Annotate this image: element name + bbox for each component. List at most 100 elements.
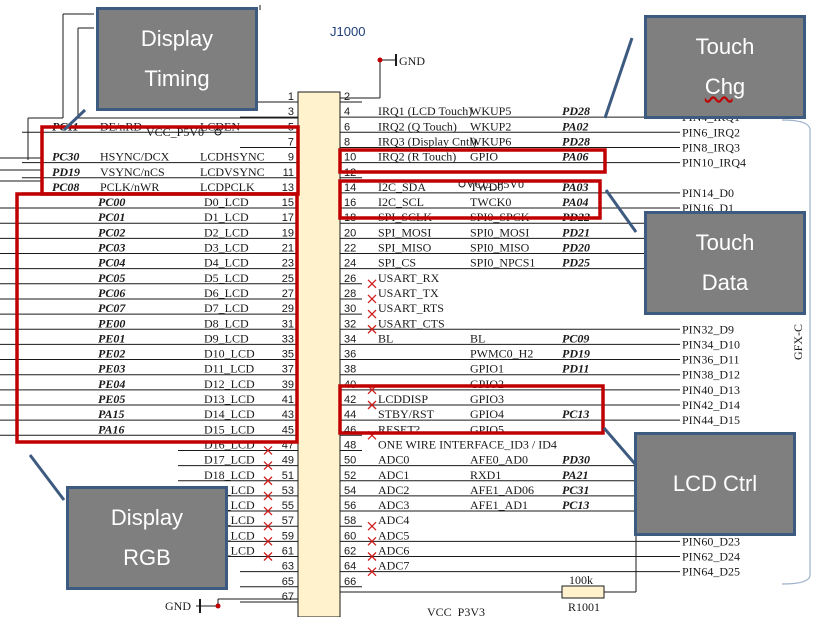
- pointer-touch-chg: [603, 37, 634, 119]
- left-pin-row: 39 D12_LCD PE04: [0, 377, 298, 391]
- left-pin-row: 63: [240, 561, 298, 573]
- right-pin-signal: STBY/RST: [378, 407, 435, 421]
- left-pin-signal: D1_LCD: [204, 210, 249, 224]
- left-pin-row: 27 D6_LCD PC06: [0, 286, 298, 300]
- right-pin-signal: USART_CTS: [378, 316, 445, 330]
- left-pin-signal: D17_LCD: [204, 453, 255, 467]
- left-pin-port: PC07: [98, 301, 126, 315]
- callout-display-rgb: Display RGB: [66, 486, 228, 590]
- left-pin-row: 65: [240, 576, 298, 588]
- right-pin-function: TWCK0: [470, 195, 511, 209]
- right-pin-signal: I2C_SCL: [378, 195, 424, 209]
- right-pin-function: PWMC0_H2: [470, 347, 533, 361]
- right-pin-signal: IRQ1 (LCD Touch): [378, 104, 472, 118]
- right-pin-number: 30: [344, 303, 356, 315]
- right-pin-number: 6: [344, 121, 350, 133]
- left-pin-number: 61: [282, 546, 294, 558]
- left-pin-signal: D13_LCD: [204, 392, 255, 406]
- left-pin-row: 9 HSYNC/DCX LCDHSYNC PC30: [22, 150, 298, 164]
- left-pin-signal: D11_LCD: [204, 362, 255, 376]
- left-pin-row: 23 D4_LCD PC04: [0, 256, 298, 270]
- right-pin-net: PIN44_D15: [682, 413, 740, 427]
- left-pin-signal: D18_LCD: [204, 468, 255, 482]
- left-pin-signal: D10_LCD: [204, 347, 255, 361]
- right-pin-function: SPI0_NPCS1: [470, 256, 535, 270]
- left-pin-signal: HSYNC/DCX: [100, 150, 170, 164]
- callout-display-timing: Display Timing: [96, 7, 258, 111]
- left-pin-number: 29: [282, 303, 294, 315]
- right-pin-number: 8: [344, 136, 350, 148]
- right-pin-number: 60: [344, 530, 356, 542]
- right-pin-port: PD20: [562, 241, 590, 255]
- left-pin-port: PE05: [98, 392, 125, 406]
- left-pin-signal: D6_LCD: [204, 286, 249, 300]
- right-pin-port: PD30: [562, 453, 590, 467]
- right-pin-signal: SPI_CS: [378, 256, 416, 270]
- left-pin-row: 13 PCLK/nWR LCDPCLK PC08: [22, 180, 298, 194]
- left-pin-row: 43 D14_LCD PA15: [0, 407, 298, 421]
- callout-lcd-ctrl-line1: LCD Ctrl: [672, 471, 758, 497]
- left-pin-number: 49: [282, 455, 294, 467]
- left-pin-number: 23: [282, 258, 294, 270]
- right-pin-signal: ADC7: [378, 559, 409, 573]
- left-pin-row: 67: [240, 591, 298, 603]
- right-pin-signal: LCDDISP: [378, 392, 428, 406]
- left-pin-signal: D4_LCD: [204, 256, 249, 270]
- left-pin-signal: D3_LCD: [204, 241, 249, 255]
- right-pin-number: 28: [344, 288, 356, 300]
- right-pin-signal: SPI_MISO: [378, 241, 432, 255]
- left-pin-row: 45 D15_LCD PA16: [0, 422, 298, 436]
- gnd-top-label: GND: [399, 54, 425, 68]
- left-pin-number: 51: [282, 470, 294, 482]
- left-pin-signal: D14_LCD: [204, 407, 255, 421]
- left-pin-number: 3: [288, 106, 294, 118]
- right-pin-function: SPI0_MOSI: [470, 225, 529, 239]
- callout-display-rgb-line2: RGB: [123, 545, 171, 570]
- left-pin-port: PA16: [98, 422, 124, 436]
- left-pin-row: 25 D5_LCD PC05: [0, 271, 298, 285]
- right-pin-row: 54 ADC2 AFE1_AD06 PC31: [340, 483, 652, 497]
- right-pin-signal: SPI_MOSI: [378, 225, 431, 239]
- left-pin-alt-signal: LCDHSYNC: [200, 150, 265, 164]
- right-pin-row: 32 USART_CTS PIN32_D9: [340, 316, 734, 336]
- left-pin-signal: PCLK/nWR: [100, 180, 159, 194]
- left-pin-port: PC00: [98, 195, 125, 209]
- left-pin-number: 1: [288, 91, 294, 103]
- right-pin-signal: USART_RTS: [378, 301, 444, 315]
- callout-touch-chg: Touch Chg: [644, 15, 806, 119]
- right-pin-number: 56: [344, 500, 356, 512]
- left-pin-alt-signal: LCDVSYNC: [200, 165, 265, 179]
- right-pin-number: 34: [344, 333, 356, 345]
- right-pin-net: PIN38_D12: [682, 368, 740, 382]
- right-pin-number: 2: [344, 91, 350, 103]
- right-pin-number: 62: [344, 546, 356, 558]
- left-pin-port: PC30: [52, 150, 79, 164]
- left-pin-number: 55: [282, 500, 294, 512]
- right-pin-number: 36: [344, 349, 356, 361]
- right-pin-number: 32: [344, 318, 356, 330]
- left-pin-signal: D2_LCD: [204, 225, 249, 239]
- left-pin-signal: D15_LCD: [204, 422, 255, 436]
- left-pin-row: 33 D9_LCD PE01: [0, 331, 298, 345]
- right-pin-function: AFE0_AD0: [470, 453, 528, 467]
- callout-touch-chg-line1: Touch: [695, 34, 755, 60]
- right-pin-signal: USART_RX: [378, 271, 440, 285]
- right-pin-port: PD19: [562, 347, 590, 361]
- no-connect-icon: [367, 279, 377, 289]
- left-pin-row: 29 D7_LCD PC07: [0, 301, 298, 315]
- right-pin-signal: ADC3: [378, 498, 409, 512]
- right-pin-port: PA02: [562, 119, 588, 133]
- left-pin-number: 31: [282, 318, 294, 330]
- right-pin-net: PIN6_IRQ2: [682, 125, 740, 139]
- right-pin-net: PIN32_D9: [682, 322, 734, 336]
- right-pin-port: PA21: [562, 468, 588, 482]
- right-pin-number: 52: [344, 470, 356, 482]
- right-pin-number: 54: [344, 485, 356, 497]
- right-pin-function: AFE1_AD06: [470, 483, 534, 497]
- right-pin-net: PIN62_D24: [682, 550, 740, 564]
- right-pin-number: 58: [344, 515, 356, 527]
- left-pin-row: 15 D0_LCD PC00: [0, 195, 298, 209]
- right-pin-port: PC13: [562, 498, 589, 512]
- right-pin-function: BL: [470, 331, 485, 345]
- gnd-top-symbol: GND: [340, 54, 425, 99]
